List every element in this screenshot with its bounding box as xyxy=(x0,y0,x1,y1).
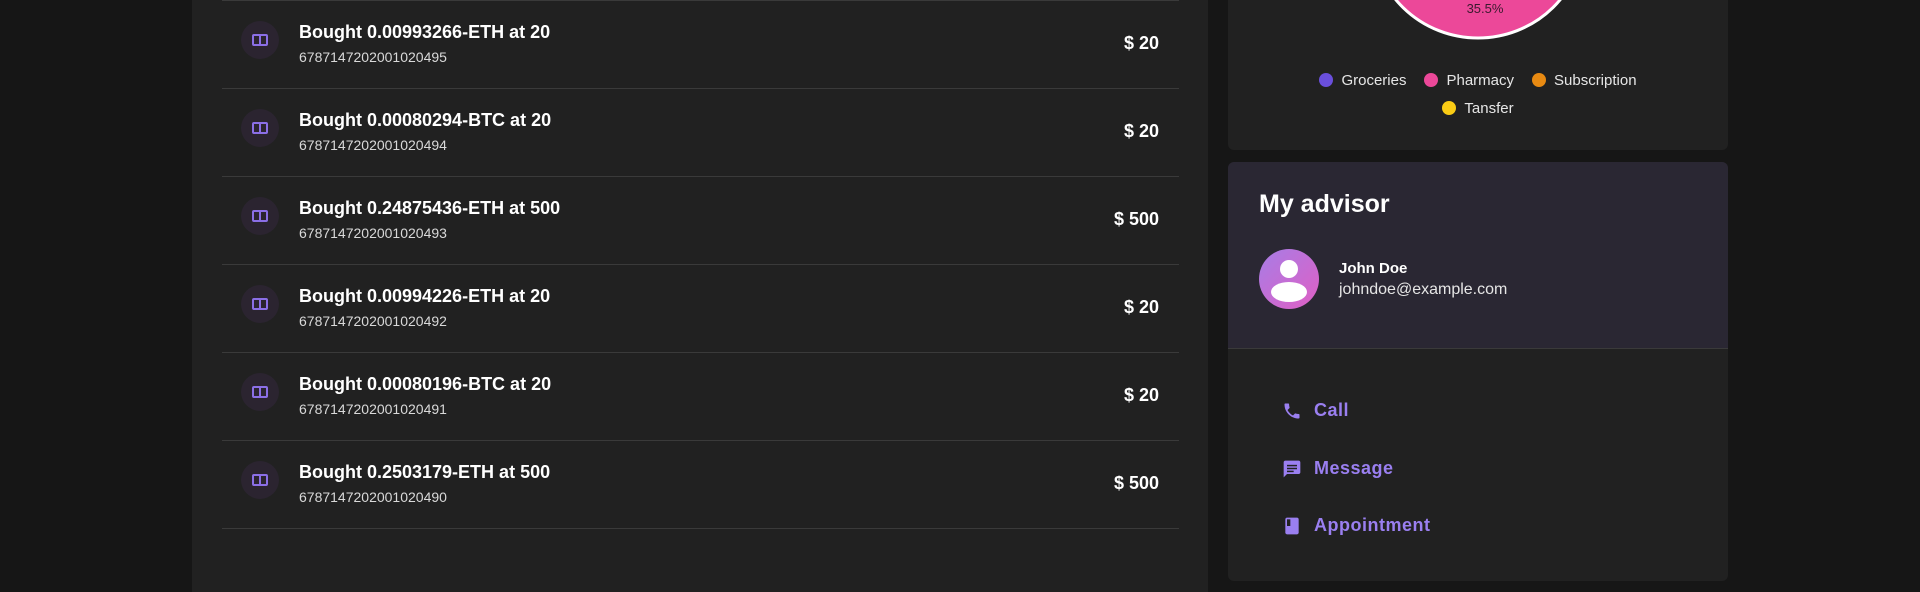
phone-icon xyxy=(1284,403,1300,418)
transaction-title: Bought 0.2503179-ETH at 500 xyxy=(299,462,551,482)
transaction-amount: $ 500 xyxy=(1113,473,1159,493)
spending-chart-card: 35.5% Groceries Pharmacy Subscription Ta… xyxy=(1228,0,1728,150)
transaction-id: 6787147202001020494 xyxy=(299,137,447,153)
legend-label: Subscription xyxy=(1554,71,1637,89)
transaction-row[interactable]: Bought 0.2503179-ETH at 500 678714720200… xyxy=(222,440,1179,529)
legend-label: Groceries xyxy=(1341,71,1407,89)
transaction-amount: $ 500 xyxy=(1113,209,1159,229)
transaction-row[interactable]: Bought 0.00993266-ETH at 20 678714720200… xyxy=(222,0,1179,88)
person-icon xyxy=(1271,260,1307,302)
transaction-amount: $ 20 xyxy=(1123,121,1159,141)
appointment-label: Appointment xyxy=(1314,515,1431,535)
message-label: Message xyxy=(1314,458,1394,478)
legend-item-pharmacy[interactable]: Pharmacy xyxy=(1424,66,1514,94)
wallet-icon xyxy=(241,285,279,323)
legend-label: Tansfer xyxy=(1464,99,1514,117)
wallet-icon xyxy=(241,461,279,499)
transaction-row[interactable]: Bought 0.00080294-BTC at 20 678714720200… xyxy=(222,88,1179,176)
transactions-panel: Bought 0.00993266-ETH at 20 678714720200… xyxy=(192,0,1208,592)
transaction-title: Bought 0.24875436-ETH at 500 xyxy=(299,198,561,218)
transaction-amount: $ 20 xyxy=(1123,385,1159,405)
call-label: Call xyxy=(1314,400,1350,420)
transaction-id: 6787147202001020492 xyxy=(299,313,447,329)
message-button[interactable]: Message xyxy=(1282,458,1394,479)
transaction-amount: $ 20 xyxy=(1123,297,1159,317)
transaction-id: 6787147202001020495 xyxy=(299,49,447,65)
transaction-list: Bought 0.00993266-ETH at 20 678714720200… xyxy=(222,0,1179,529)
legend-item-groceries[interactable]: Groceries xyxy=(1319,66,1406,94)
appointment-button[interactable]: Appointment xyxy=(1282,515,1430,536)
transaction-id: 6787147202001020493 xyxy=(299,225,447,241)
avatar xyxy=(1259,249,1319,309)
transaction-title: Bought 0.00994226-ETH at 20 xyxy=(299,286,551,306)
advisor-card: My advisor John Doe johndoe@example.com … xyxy=(1228,162,1728,581)
legend-label: Pharmacy xyxy=(1446,71,1514,89)
chart-legend: Groceries Pharmacy Subscription Tansfer xyxy=(1228,66,1728,122)
pie-slice-label: 35.5% xyxy=(1467,1,1504,16)
legend-dot xyxy=(1319,73,1334,87)
message-icon xyxy=(1283,460,1301,477)
transaction-row[interactable]: Bought 0.24875436-ETH at 500 67871472020… xyxy=(222,176,1179,264)
transaction-title: Bought 0.00080294-BTC at 20 xyxy=(299,110,552,130)
wallet-icon xyxy=(241,373,279,411)
wallet-icon xyxy=(241,21,279,59)
legend-dot xyxy=(1442,101,1457,115)
advisor-title: My advisor xyxy=(1259,190,1390,218)
advisor-name: John Doe xyxy=(1339,260,1408,277)
legend-dot xyxy=(1532,73,1546,87)
transaction-row[interactable]: Bought 0.00080196-BTC at 20 678714720200… xyxy=(222,352,1179,440)
advisor-email[interactable]: johndoe@example.com xyxy=(1339,281,1507,299)
transaction-title: Bought 0.00993266-ETH at 20 xyxy=(299,22,551,42)
wallet-icon xyxy=(241,197,279,235)
transaction-row[interactable]: Bought 0.00994226-ETH at 20 678714720200… xyxy=(222,264,1179,352)
legend-item-subscription[interactable]: Subscription xyxy=(1532,66,1637,94)
call-button[interactable]: Call xyxy=(1282,400,1349,421)
pie-chart: 35.5% xyxy=(1394,0,1562,40)
transaction-id: 6787147202001020491 xyxy=(299,401,447,417)
legend-item-tansfer[interactable]: Tansfer xyxy=(1442,94,1514,122)
advisor-header: My advisor John Doe johndoe@example.com xyxy=(1228,162,1728,349)
legend-dot xyxy=(1424,73,1439,87)
wallet-icon xyxy=(241,109,279,147)
transaction-id: 6787147202001020490 xyxy=(299,489,447,505)
book-icon xyxy=(1285,517,1299,534)
transaction-title: Bought 0.00080196-BTC at 20 xyxy=(299,374,552,394)
transaction-amount: $ 20 xyxy=(1123,33,1159,53)
